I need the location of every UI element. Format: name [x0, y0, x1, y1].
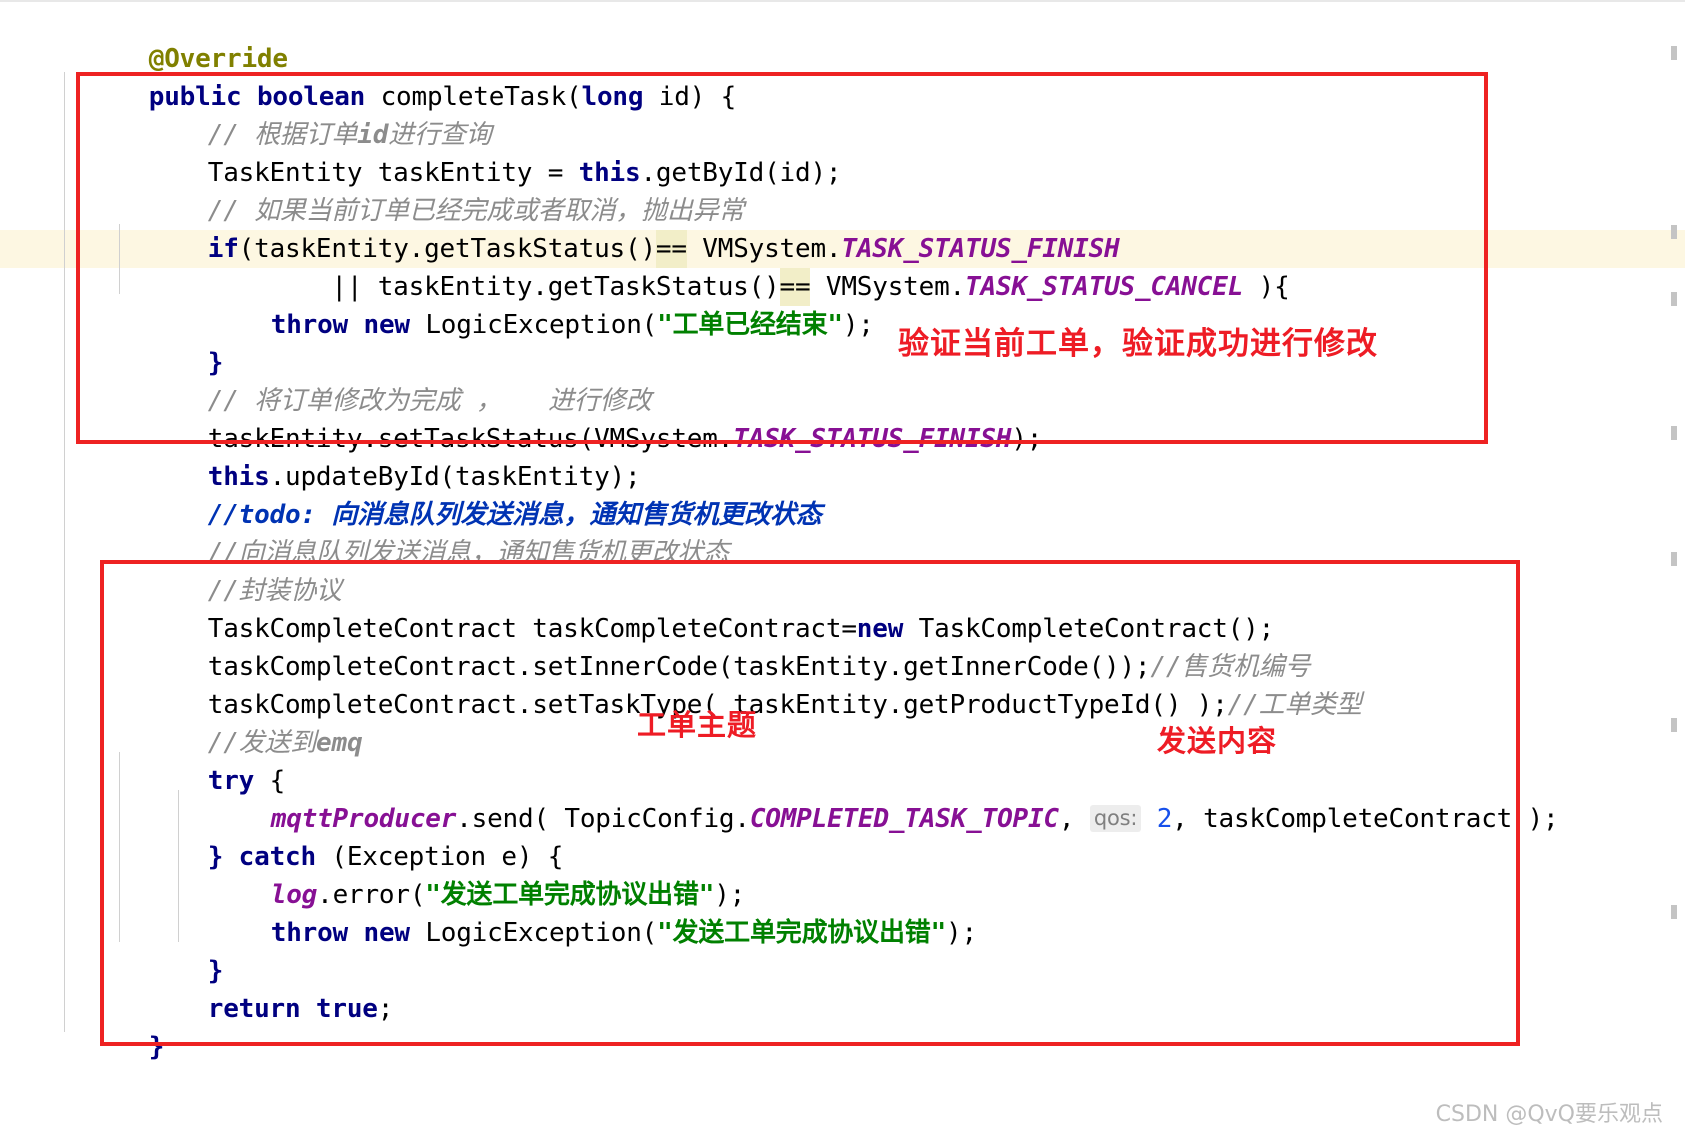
token-comment-update-order: // 将订单修改为完成 ， 进行修改: [207, 386, 652, 416]
token-method-name: completeTask(: [365, 82, 582, 112]
token-todo-text: 向消息队列发送消息，通知售货机更改状态: [331, 500, 822, 530]
token-set-inner-code: taskCompleteContract.setInnerCode(taskEn…: [207, 652, 1151, 682]
indent-guide-level3: [178, 790, 179, 942]
token-logicexception-open: LogicException(: [409, 310, 658, 340]
token-kw-catch: catch: [238, 842, 316, 872]
token-brace-close: }: [207, 956, 224, 986]
token-throw-error-open: LogicException(: [409, 918, 658, 948]
token-kw-public: public: [148, 82, 242, 112]
indent-guide-level1: [64, 72, 65, 1032]
token-contract-decl-head: TaskCompleteContract taskCompleteContrac…: [207, 614, 857, 644]
annotation-label-validate: 验证当前工单，验证成功进行修改: [898, 326, 1378, 362]
token-kw-this: this: [578, 158, 641, 188]
token-kw-boolean: boolean: [256, 82, 366, 112]
token-decl-taskentity: TaskEntity taskEntity =: [207, 158, 579, 188]
token-operator-equals: ==: [655, 230, 687, 268]
scrollbar-marker[interactable]: [1671, 552, 1677, 566]
token-kw-throw: throw: [270, 310, 349, 340]
indent-guide-level2b: [119, 752, 120, 942]
token-string-send-error: "发送工单完成协议出错": [425, 880, 715, 910]
token-comment-inner-code: //售货机编号: [1150, 652, 1311, 682]
token-param-id: id) {: [643, 82, 737, 112]
token-try-brace: {: [254, 766, 286, 796]
token-comment-if-finished: // 如果当前订单已经完成或者取消，抛出异常: [207, 196, 745, 226]
token-comment-id: id: [357, 120, 389, 150]
scrollbar-marker[interactable]: [1671, 718, 1677, 732]
scrollbar-marker[interactable]: [1671, 905, 1677, 919]
scrollbar-marker[interactable]: [1671, 426, 1677, 440]
token-comment-wrap-protocol: //封装协议: [207, 576, 342, 606]
token-catch-brace-open: }: [207, 842, 239, 872]
scrollbar-marker[interactable]: [1671, 46, 1677, 60]
token-const-task-status-cancel: TASK_STATUS_CANCEL: [964, 272, 1244, 302]
code-line[interactable]: return true;: [0, 952, 1685, 1024]
token-log-error-close: );: [714, 880, 746, 910]
indent-guide-level2: [119, 224, 120, 294]
token-comment-emq: emq: [316, 728, 363, 758]
token-send-call-head: .send( TopicConfig.: [456, 804, 750, 834]
token-todo-prefix: //todo:: [207, 500, 332, 530]
token-send-comma: ,: [1058, 804, 1090, 834]
token-set-status-head: taskEntity.setTaskStatus(VMSystem.: [207, 424, 734, 454]
scrollbar-marker[interactable]: [1671, 292, 1677, 306]
token-comment-send-mq: //向消息队列发送消息，通知售货机更改状态: [207, 538, 729, 568]
token-vmsystem-b: VMSystem.: [810, 272, 965, 302]
annotation-label-body: 发送内容: [1157, 724, 1278, 758]
token-return-semicolon: ;: [377, 994, 394, 1024]
token-brace-close: }: [207, 348, 224, 378]
token-const-task-status-finish: TASK_STATUS_FINISH: [841, 234, 1120, 264]
token-method-close-brace: }: [148, 1032, 165, 1062]
token-kw-this: this: [207, 462, 270, 492]
scrollbar-marker[interactable]: [1671, 225, 1677, 239]
token-kw-new: new: [363, 310, 410, 340]
token-field-log: log: [270, 880, 318, 910]
token-string-task-finished: "工单已经结束": [657, 310, 843, 340]
token-logicexception-close: );: [842, 310, 874, 340]
code-line[interactable]: throw new LogicException("发送工单完成协议出错");: [0, 876, 1685, 948]
watermark: CSDN @QvQ要乐观点: [1435, 1102, 1663, 1127]
token-call-updatebyid: .updateById(taskEntity);: [269, 462, 641, 492]
token-kw-new: new: [363, 918, 410, 948]
token-call-getbyid: .getById(id);: [640, 158, 842, 188]
token-kw-true: true: [300, 994, 378, 1024]
token-string-send-error2: "发送工单完成协议出错": [657, 918, 947, 948]
token-kw-long: long: [581, 82, 644, 112]
annotation-label-topic: 工单主题: [637, 708, 758, 742]
token-operator-equals: ==: [779, 268, 811, 306]
token-catch-params: (Exception e) {: [315, 842, 564, 872]
token-kw-new: new: [856, 614, 904, 644]
code-lines-container[interactable]: @Override public boolean completeTask(lo…: [0, 0, 1685, 1093]
code-line[interactable]: @Override: [0, 2, 1685, 74]
token-kw-if: if: [207, 234, 239, 264]
token-comment-text-b: 进行查询: [388, 120, 492, 150]
token-number-qos-value: 2: [1156, 804, 1173, 834]
token-log-error-open: .error(: [317, 880, 426, 910]
token-contract-decl-tail: TaskCompleteContract();: [903, 614, 1275, 644]
token-or-condition-tail: ){: [1243, 272, 1290, 302]
token-throw-error-close: );: [946, 918, 977, 948]
code-line[interactable]: // 将订单修改为完成 ， 进行修改: [0, 344, 1685, 416]
token-if-condition-head: (taskEntity.getTaskStatus(): [238, 234, 656, 264]
token-comment-send-emq: //发送到: [207, 728, 317, 758]
token-field-mqtt-producer: mqttProducer: [270, 804, 457, 834]
token-kw-try: try: [207, 766, 255, 796]
token-or-condition-head: || taskEntity.getTaskStatus(): [207, 272, 780, 302]
code-editor[interactable]: @Override public boolean completeTask(lo…: [0, 0, 1685, 1140]
token-kw-throw: throw: [270, 918, 349, 948]
token-const-completed-task-topic: COMPLETED_TASK_TOPIC: [749, 804, 1059, 834]
token-set-status-tail: );: [1011, 424, 1043, 454]
token-vmsystem-a: VMSystem.: [686, 234, 842, 264]
token-send-call-tail: , taskCompleteContract );: [1172, 804, 1559, 834]
token-annotation-override: @Override: [148, 44, 288, 74]
token-comment-slashes: //: [207, 120, 255, 150]
token-kw-return: return: [207, 994, 301, 1024]
token-comment-text-a: 根据订单: [254, 120, 358, 150]
token-const-task-status-finish: TASK_STATUS_FINISH: [733, 424, 1012, 454]
